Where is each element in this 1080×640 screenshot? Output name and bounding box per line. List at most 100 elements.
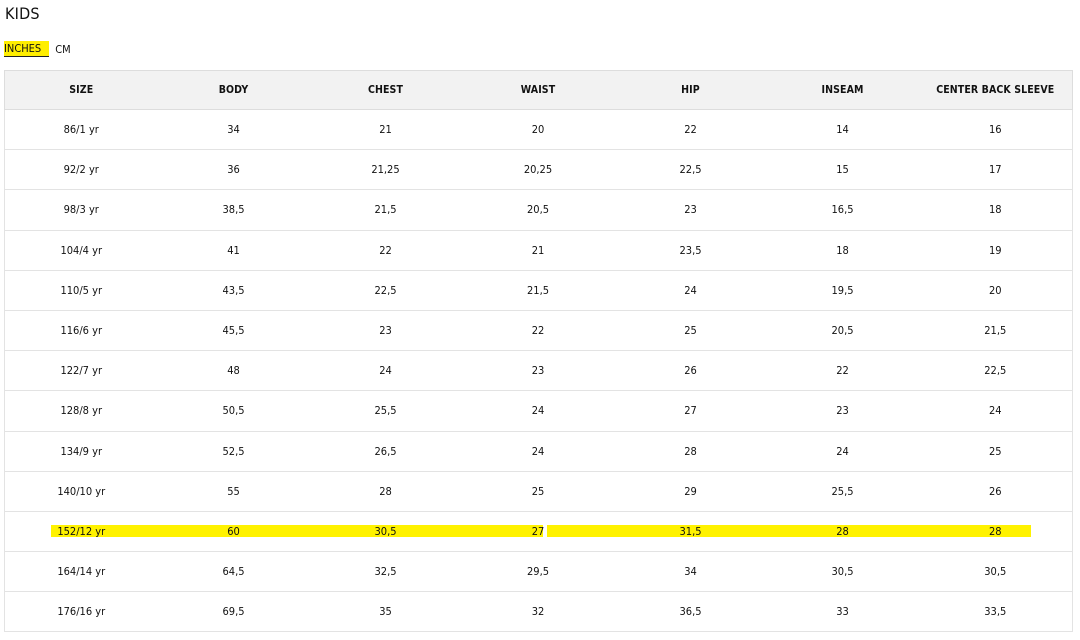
cell-inseam: 20,5 (766, 310, 919, 352)
cell-center-back-sleeve: 21,5 (918, 310, 1073, 352)
cell-value: 22 (684, 123, 697, 137)
cell-inseam: 16,5 (766, 189, 919, 231)
cell-value: 86/1 yr (63, 123, 99, 137)
cell-value: 28 (988, 524, 1002, 538)
cell-inseam: 24 (766, 431, 919, 472)
cell-value: 24 (531, 404, 545, 418)
cell-value: 20 (531, 123, 545, 137)
header-waist: WAIST (461, 70, 615, 110)
header-size: SIZE (4, 70, 158, 110)
cell-value: 45,5 (222, 324, 245, 338)
cell-value: 22 (379, 243, 392, 257)
cell-value: 25 (988, 444, 1002, 458)
cell-value: 16,5 (831, 203, 854, 217)
cell-value: 22,5 (679, 163, 702, 177)
header-inseam: INSEAM (766, 70, 919, 110)
cell-size: 104/4 yr (4, 230, 158, 271)
cell-value: 38,5 (222, 203, 245, 217)
cell-value: 24 (684, 283, 697, 297)
cell-waist: 25 (461, 471, 615, 512)
cell-value: 98/3 yr (63, 203, 99, 217)
table-row: 110/5 yr 43,5 22,5 21,5 24 19,5 20 (4, 270, 1073, 311)
cell-body: 38,5 (157, 189, 310, 231)
cell-value: 21,5 (984, 324, 1007, 338)
cell-size: 98/3 yr (4, 189, 158, 231)
unit-cm-tab[interactable]: CM (55, 42, 70, 57)
cell-hip: 29 (614, 471, 767, 512)
cell-value: 23,5 (679, 243, 702, 257)
cell-value: 27 (684, 404, 697, 418)
cell-value: 19 (988, 243, 1002, 257)
cell-value: 23 (684, 203, 697, 217)
table-row: 128/8 yr 50,5 25,5 24 27 23 24 (4, 390, 1073, 432)
cell-value: 48 (227, 364, 240, 378)
cell-value: 116/6 yr (60, 324, 103, 338)
cell-size: 110/5 yr (4, 270, 158, 311)
cell-hip: 26 (614, 350, 767, 392)
cell-chest: 23 (309, 310, 462, 352)
table-row: 92/2 yr 36 21,25 20,25 22,5 15 17 (4, 149, 1073, 191)
cell-value: 29 (684, 484, 697, 498)
cell-body: 64,5 (157, 551, 310, 593)
cell-waist: 29,5 (461, 551, 615, 593)
cell-value: 134/9 yr (60, 444, 103, 458)
header-chest: CHEST (309, 70, 462, 110)
header-hip: HIP (614, 70, 767, 110)
cell-value: 92/2 yr (63, 163, 99, 177)
cell-waist: 21 (461, 230, 615, 271)
cell-body: 43,5 (157, 270, 310, 311)
cell-waist: 20,25 (461, 149, 615, 191)
cell-value: 55 (227, 484, 240, 498)
cell-chest: 24 (309, 350, 462, 392)
cell-inseam: 14 (766, 109, 919, 151)
cell-chest: 35 (309, 591, 462, 633)
unit-inches-tab[interactable]: INCHES (4, 41, 50, 57)
table-row: 140/10 yr 55 28 25 29 25,5 26 (4, 471, 1073, 512)
table-row: 86/1 yr 34 21 20 22 14 16 (4, 109, 1073, 151)
cell-center-back-sleeve: 33,5 (918, 591, 1073, 633)
cell-body: 50,5 (157, 390, 310, 432)
cell-value: 24 (988, 404, 1002, 418)
table-row: 164/14 yr 64,5 32,5 29,5 34 30,5 30,5 (4, 551, 1073, 593)
cell-value: 16 (988, 123, 1002, 137)
cell-value: 104/4 yr (60, 243, 103, 257)
cell-hip: 23,5 (614, 230, 767, 271)
cell-value: 25,5 (374, 404, 397, 418)
page-title: KIDS (5, 4, 40, 23)
cell-value: 35 (379, 605, 392, 619)
cell-center-back-sleeve: 17 (918, 149, 1073, 191)
cell-size: 164/14 yr (4, 551, 158, 593)
cell-body: 34 (157, 109, 310, 151)
cell-value: 23 (531, 364, 545, 378)
cell-value: 17 (988, 163, 1002, 177)
cell-value: 28 (379, 484, 392, 498)
cell-value: 28 (684, 444, 697, 458)
cell-chest: 21,5 (309, 189, 462, 231)
cell-body: 69,5 (157, 591, 310, 633)
cell-value: 31,5 (679, 524, 702, 538)
cell-value: 69,5 (222, 605, 245, 619)
cell-center-back-sleeve: 16 (918, 109, 1073, 151)
cell-value: 25 (531, 484, 545, 498)
cell-size: 86/1 yr (4, 109, 158, 151)
cell-value: 18 (988, 203, 1002, 217)
cell-waist: 32 (461, 591, 615, 633)
cell-value: 110/5 yr (60, 283, 103, 297)
table-header-row: SIZE BODY CHEST WAIST HIP INSEAM CENTER … (4, 70, 1073, 110)
table-row: 134/9 yr 52,5 26,5 24 28 24 25 (4, 431, 1073, 472)
cell-inseam: 23 (766, 390, 919, 432)
cell-value: 22 (836, 364, 849, 378)
cell-value: 25,5 (831, 484, 854, 498)
cell-size: 134/9 yr (4, 431, 158, 472)
cell-value: 27 (531, 524, 545, 538)
cell-value: 14 (836, 123, 849, 137)
cell-value: 164/14 yr (57, 565, 106, 579)
cell-value: 34 (227, 123, 240, 137)
cell-body: 48 (157, 350, 310, 392)
cell-value: 140/10 yr (57, 484, 106, 498)
cell-value: 25 (684, 324, 697, 338)
cell-value: 21 (379, 123, 392, 137)
cell-body: 41 (157, 230, 310, 271)
cell-size: 152/12 yr (4, 511, 158, 553)
table-row: 176/16 yr 69,5 35 32 36,5 33 33,5 (4, 591, 1073, 633)
